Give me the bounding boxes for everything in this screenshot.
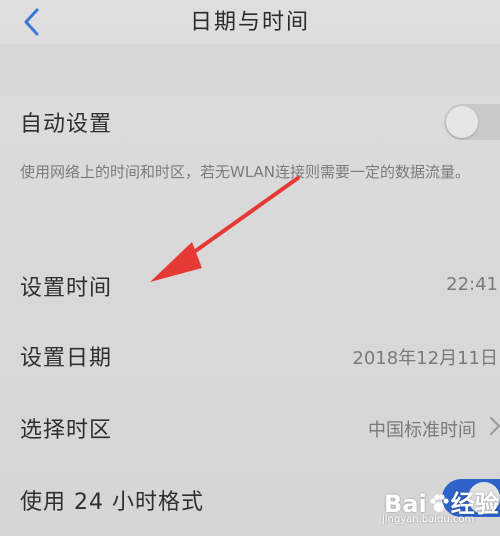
toggle-knob: [446, 106, 478, 138]
select-timezone-row[interactable]: 选择时区 中国标准时间: [0, 392, 500, 460]
auto-set-label: 自动设置: [20, 112, 113, 137]
section-divider: [0, 44, 500, 96]
set-time-label: 设置时间: [20, 276, 113, 301]
auto-set-description: 使用网络上的时间和时区，若无WLAN连接则需要一定的数据流量。: [20, 163, 471, 181]
use-24h-label: 使用 24 小时格式: [20, 490, 204, 515]
set-time-row[interactable]: 设置时间 22:41: [0, 250, 500, 318]
set-date-label: 设置日期: [20, 346, 113, 371]
auto-set-toggle[interactable]: [444, 104, 500, 140]
set-date-row[interactable]: 设置日期 2018年12月11日: [0, 320, 500, 388]
date-time-settings-screen: 日期与时间 自动设置 使用网络上的时间和时区，若无WLAN连接则需要一定的数据流…: [0, 0, 500, 536]
chevron-right-icon: [488, 415, 500, 442]
set-time-value: 22:41: [446, 274, 498, 295]
paw-icon: [430, 494, 449, 512]
page-title: 日期与时间: [189, 10, 310, 35]
set-date-value: 2018年12月11日: [352, 348, 498, 369]
select-timezone-label: 选择时区: [20, 418, 113, 443]
baidu-watermark: Bai 经验 jingyan.baidu.com: [378, 478, 499, 536]
header: 日期与时间: [0, 0, 500, 44]
select-timezone-value: 中国标准时间: [368, 420, 476, 441]
auto-set-row[interactable]: 自动设置: [0, 96, 500, 152]
watermark-url: jingyan.baidu.com: [382, 514, 475, 525]
